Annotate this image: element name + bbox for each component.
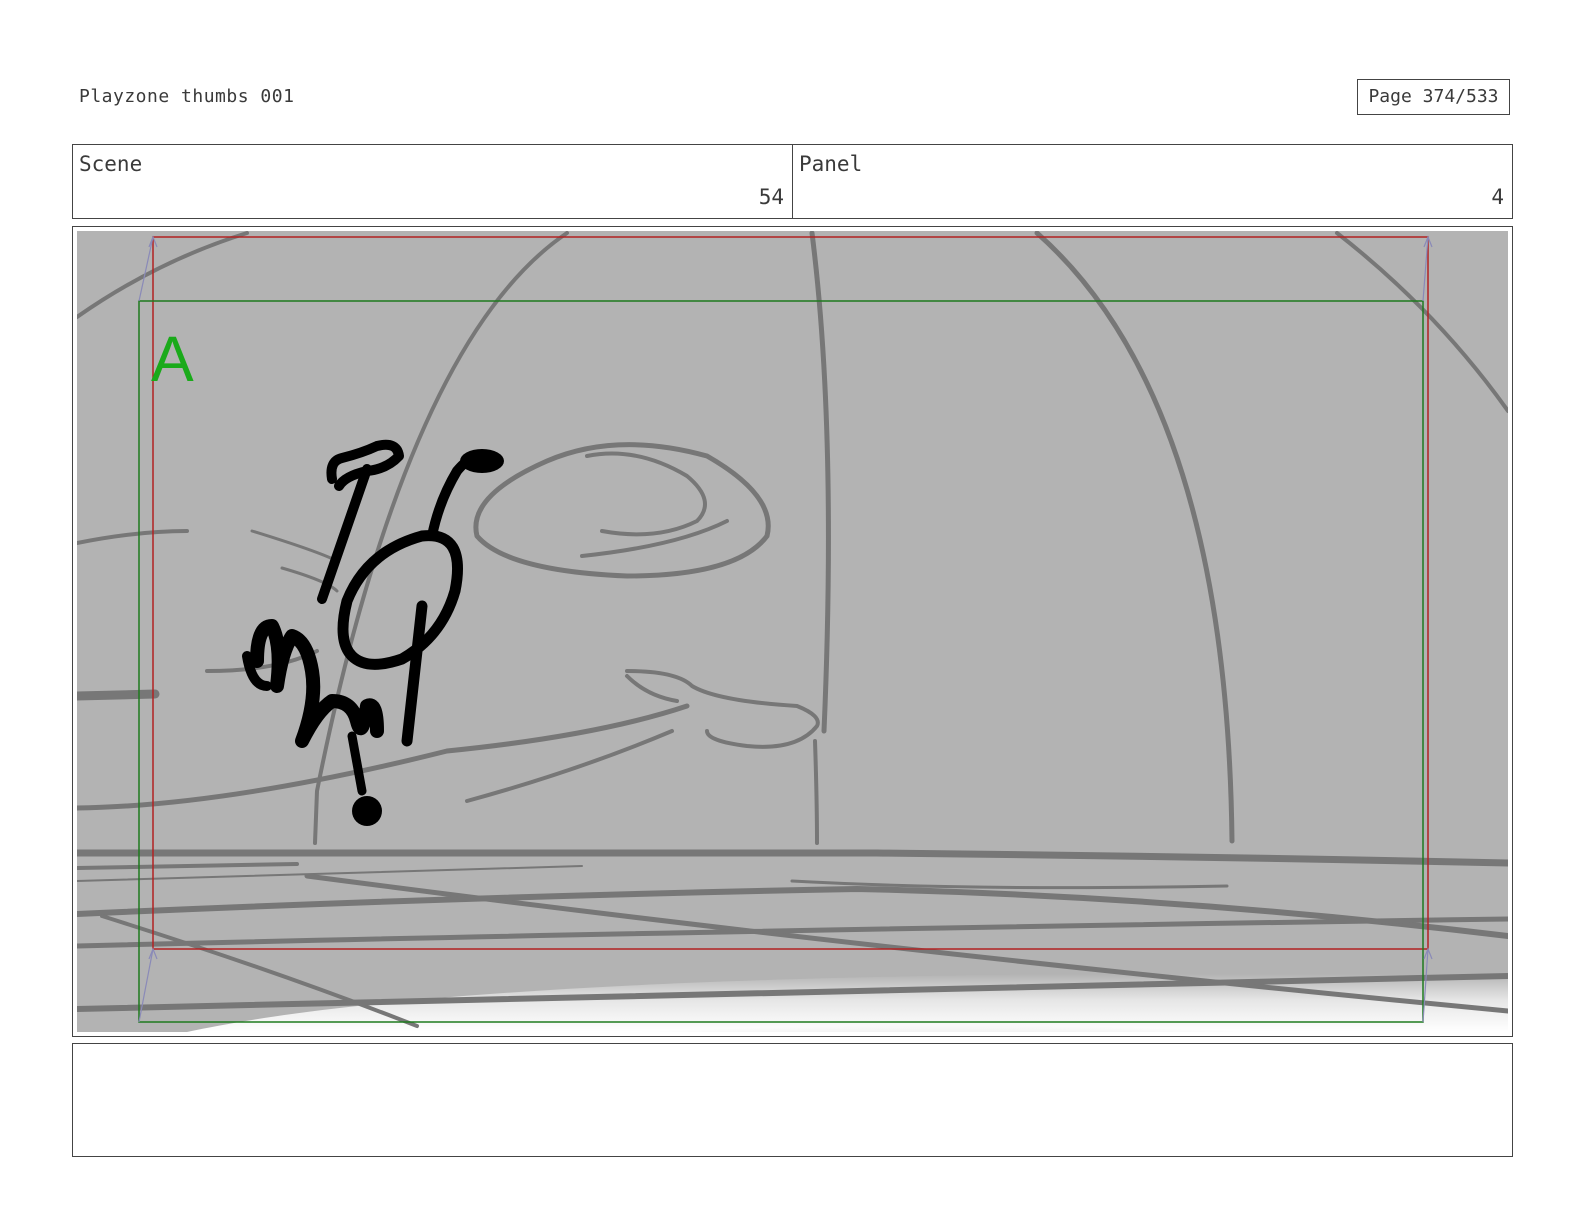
panel-info-row: Scene 54 Panel 4 bbox=[72, 144, 1513, 219]
page-number-box: Page 374/533 bbox=[1357, 79, 1510, 115]
safe-area-marker: A bbox=[151, 323, 194, 395]
scene-label: Scene bbox=[79, 152, 143, 176]
panel-cell: Panel 4 bbox=[792, 145, 1512, 218]
storyboard-sketch: A bbox=[77, 231, 1508, 1032]
document-title: Playzone thumbs 001 bbox=[79, 86, 295, 107]
panel-number: 4 bbox=[1491, 185, 1504, 209]
panel-label: Panel bbox=[799, 152, 863, 176]
scene-number: 54 bbox=[758, 185, 784, 209]
storyboard-frame: A bbox=[72, 226, 1513, 1037]
notes-box[interactable] bbox=[72, 1043, 1513, 1157]
scene-cell: Scene 54 bbox=[73, 145, 792, 218]
